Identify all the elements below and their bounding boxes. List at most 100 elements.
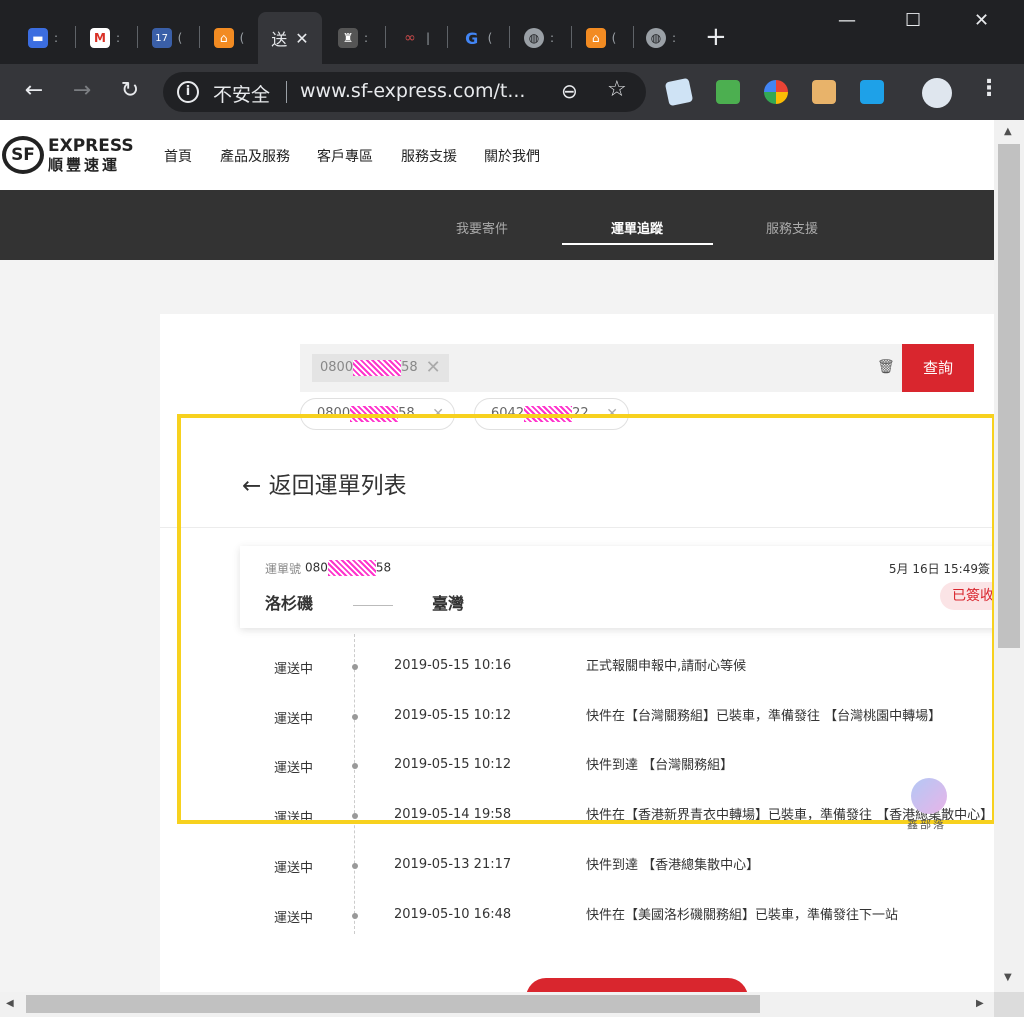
timeline-dot	[352, 664, 358, 670]
timeline-dot	[352, 863, 358, 869]
history-number-prefix: 0800	[317, 406, 351, 421]
reload-button[interactable]: ↻	[116, 78, 144, 103]
divider	[160, 527, 994, 528]
redaction-mask	[353, 360, 402, 376]
gmail-icon: M	[89, 28, 110, 48]
sf-logo-icon[interactable]: SF	[2, 136, 44, 174]
tab-separator	[633, 26, 634, 48]
tab-separator	[137, 26, 138, 48]
scroll-up-icon[interactable]: ▲	[1004, 126, 1012, 137]
nav-support[interactable]: 服務支援	[401, 146, 457, 166]
tab-close-icon[interactable]: ✕	[295, 29, 308, 48]
tab-home[interactable]: ⌂ (	[204, 12, 254, 64]
tab-separator	[75, 26, 76, 48]
event-time: 2019-05-15 10:16	[394, 658, 512, 673]
event-time: 2019-05-14 19:58	[394, 807, 512, 822]
history-chip[interactable]: 6042 22 ✕	[474, 398, 629, 430]
calendar-icon: 17	[151, 28, 172, 48]
back-to-list-link[interactable]: ← 返回運單列表	[242, 466, 407, 500]
extension-mail-icon[interactable]	[716, 80, 740, 104]
tab-globe-2[interactable]: ◍ :	[636, 12, 686, 64]
zoom-icon[interactable]: ⊖	[561, 79, 578, 103]
history-remove-icon[interactable]: ✕	[606, 399, 618, 429]
horizontal-scrollbar[interactable]: ◀ ▶	[0, 992, 994, 1017]
watermark-text: 鑫部落	[907, 818, 946, 831]
history-number-prefix: 6042	[491, 406, 525, 421]
timeline-dot	[352, 813, 358, 819]
tab-globe[interactable]: ◍ :	[514, 12, 564, 64]
bottom-action-button[interactable]	[526, 978, 748, 992]
new-tab-button[interactable]: +	[705, 24, 727, 50]
back-link-label: 返回運單列表	[268, 473, 407, 499]
tab-sf-express[interactable]: 送 ✕	[258, 12, 322, 64]
castle-icon: ♜	[337, 28, 358, 48]
event-time: 2019-05-13 21:17	[394, 857, 512, 872]
tab-castle[interactable]: ♜ :	[328, 12, 378, 64]
tab-calendar[interactable]: 17 (	[142, 12, 192, 64]
profile-avatar[interactable]	[922, 78, 952, 108]
chip-remove-icon[interactable]: ✕	[426, 354, 441, 382]
timeline-event: 運送中 2019-05-14 19:58 快件在【香港新界青衣中轉場】已裝車，準…	[160, 807, 994, 847]
tab-link[interactable]: ∞ |	[390, 12, 440, 64]
horizontal-scroll-thumb[interactable]	[26, 995, 760, 1013]
vertical-scrollbar[interactable]: ▲ ▼	[994, 120, 1024, 992]
globe-icon: ◍	[523, 28, 544, 48]
security-label[interactable]: 不安全	[213, 80, 270, 107]
tab-title: :	[671, 31, 677, 45]
query-button[interactable]: 查詢	[902, 344, 974, 392]
redaction-mask	[327, 560, 376, 576]
extension-face-icon[interactable]	[812, 80, 836, 104]
service-subnav: 我要寄件 運單追蹤 服務支援	[0, 190, 994, 260]
tab-title: |	[425, 31, 431, 45]
trash-icon[interactable]: 🗑	[877, 359, 895, 375]
tab-separator	[509, 26, 510, 48]
nav-about[interactable]: 關於我們	[484, 146, 540, 166]
tab-title: (	[177, 31, 183, 45]
extension-color-icon[interactable]	[764, 80, 788, 104]
tab-title: :	[53, 31, 59, 45]
waybill-chip[interactable]: 0800 58 ✕	[312, 354, 449, 382]
browser-menu-icon[interactable]: ⋮	[978, 76, 1000, 101]
link-icon: ∞	[404, 30, 416, 46]
minimize-button[interactable]: —	[838, 10, 856, 31]
tab-gmail[interactable]: M :	[80, 12, 130, 64]
nav-products[interactable]: 產品及服務	[220, 146, 290, 166]
subnav-send[interactable]: 我要寄件	[456, 218, 508, 237]
divider	[286, 81, 287, 103]
history-chip[interactable]: 0800 58 ✕	[300, 398, 455, 430]
close-window-button[interactable]: ✕	[974, 10, 989, 31]
watermark-icon	[911, 778, 947, 814]
bookmark-star-icon[interactable]: ☆	[607, 77, 627, 102]
scroll-right-icon[interactable]: ▶	[976, 998, 984, 1009]
tab-title: (	[239, 31, 245, 45]
address-bar[interactable]: i 不安全 www.sf-express.com/t... ⊖ ☆	[163, 72, 646, 112]
tab-chat[interactable]: ▬ :	[18, 12, 68, 64]
tab-home-2[interactable]: ⌂ (	[576, 12, 626, 64]
vertical-scroll-thumb[interactable]	[998, 144, 1020, 648]
event-status: 運送中	[274, 911, 314, 926]
scrollbar-corner	[994, 992, 1024, 1017]
tab-google[interactable]: G (	[452, 12, 502, 64]
logo-chinese-text: 順豐速運	[48, 156, 121, 174]
forward-button[interactable]: →	[68, 78, 96, 103]
extension-share-icon[interactable]	[860, 80, 884, 104]
scroll-left-icon[interactable]: ◀	[6, 998, 14, 1009]
active-tab-indicator	[562, 243, 713, 245]
history-remove-icon[interactable]: ✕	[432, 399, 444, 429]
maximize-button[interactable]: ☐	[905, 10, 921, 31]
subnav-support[interactable]: 服務支援	[766, 218, 818, 237]
url-text[interactable]: www.sf-express.com/t...	[300, 80, 525, 102]
signed-date: 5月 16日 15:49簽	[888, 562, 990, 576]
back-button[interactable]: ←	[20, 78, 48, 103]
tracking-panel: 0800 58 ✕ 🗑 查詢 0800 58 ✕ 6042 22 ✕ ← 返回運單列…	[160, 314, 994, 992]
tab-strip: ▬ : M : 17 ( ⌂ ( 送 ✕ ♜ : ∞ | G ( ◍ : ⌂ (	[0, 0, 1024, 64]
subnav-tracking[interactable]: 運單追蹤	[611, 218, 663, 237]
info-icon[interactable]: i	[177, 81, 199, 103]
nav-customer[interactable]: 客戶專區	[317, 146, 373, 166]
scroll-down-icon[interactable]: ▼	[1004, 972, 1012, 983]
home-icon: ⌂	[213, 28, 234, 48]
waybill-search-input[interactable]: 0800 58 ✕ 🗑	[300, 344, 902, 392]
extension-notes-icon[interactable]	[664, 77, 694, 107]
nav-home[interactable]: 首頁	[164, 146, 192, 166]
event-description: 快件到達 【台灣關務組】	[586, 758, 734, 773]
